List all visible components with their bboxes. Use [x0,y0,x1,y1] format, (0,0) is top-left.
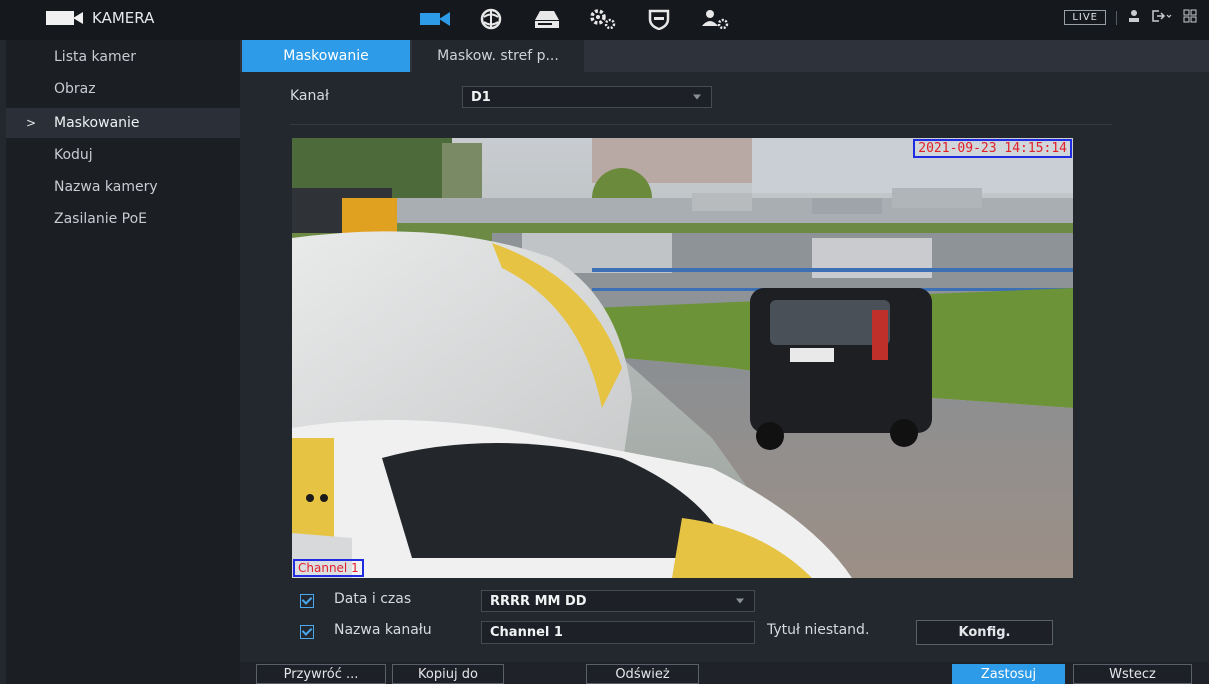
divider [290,124,1112,125]
refresh-button[interactable]: Odśwież [586,664,699,684]
separator [1116,10,1117,25]
sidebar-item-obraz[interactable]: Obraz [6,74,240,104]
sidebar-item-label: Obraz [54,81,96,97]
app-brand: KAMERA [46,9,154,27]
logout-icon[interactable] [1151,9,1173,26]
chevron-down-icon [693,94,701,100]
storage-icon[interactable] [532,6,562,32]
system-settings-icon[interactable] [588,6,618,32]
sidebar-item-label: Maskowanie [54,115,140,131]
camera-icon[interactable] [420,6,450,32]
date-format-value: RRRR MM DD [490,593,587,609]
channel-name-checkbox[interactable] [300,625,314,639]
camera-scene-image [292,138,1073,578]
sidebar-item-label: Nazwa kamery [54,179,158,195]
sidebar-item-label: Koduj [54,147,93,163]
channel-name-input[interactable]: Channel 1 [481,621,755,644]
top-right-controls: LIVE [1064,9,1197,26]
date-format-select[interactable]: RRRR MM DD [481,590,755,612]
tab-bar: Maskowanie Maskow. stref p... [240,40,1209,72]
datetime-label: Data i czas [334,591,412,607]
main-menu-icons [420,6,730,32]
channel-select-value: D1 [471,89,491,105]
camera-brand-icon [46,9,84,27]
osd-channel-name[interactable]: Channel 1 [293,559,364,577]
network-globe-icon[interactable] [476,6,506,32]
video-preview[interactable]: 2021-09-23 14:15:14 Channel 1 [292,138,1073,578]
chevron-down-icon [736,598,744,604]
sidebar-item-nazwa-kamery[interactable]: Nazwa kamery [6,172,240,202]
user-icon[interactable] [1127,9,1141,26]
osd-datetime[interactable]: 2021-09-23 14:15:14 [913,139,1072,158]
sidebar-item-maskowanie[interactable]: > Maskowanie [6,108,240,138]
sidebar: Lista kamer Obraz > Maskowanie Koduj Nazw… [6,40,240,684]
tab-maskowanie[interactable]: Maskowanie [242,40,410,72]
channel-select[interactable]: D1 [462,86,712,108]
copy-to-button[interactable]: Kopiuj do [392,664,504,684]
channel-name-label: Nazwa kanału [334,622,432,638]
active-marker: > [26,116,37,130]
sidebar-item-zasilanie-poe[interactable]: Zasilanie PoE [6,204,240,234]
sidebar-item-label: Zasilanie PoE [54,211,148,227]
security-shield-icon[interactable] [644,6,674,32]
restore-button[interactable]: Przywróć ... [256,664,386,684]
app-title: KAMERA [92,9,155,27]
sidebar-item-lista-kamer[interactable]: Lista kamer [6,42,240,72]
config-button[interactable]: Konfig. [916,620,1053,645]
datetime-checkbox[interactable] [300,594,314,608]
sidebar-item-koduj[interactable]: Koduj [6,140,240,170]
channel-label: Kanał [290,88,329,104]
top-bar: KAMERA LIVE [0,0,1209,40]
grid-menu-icon[interactable] [1183,9,1197,26]
back-button[interactable]: Wstecz [1073,664,1192,684]
apply-button[interactable]: Zastosuj [952,664,1065,684]
custom-title-label: Tytuł niestand. [767,622,870,638]
sidebar-item-label: Lista kamer [54,49,136,65]
account-settings-icon[interactable] [700,6,730,32]
live-button[interactable]: LIVE [1064,10,1106,25]
tab-maskowanie-stref[interactable]: Maskow. stref p... [412,40,584,72]
